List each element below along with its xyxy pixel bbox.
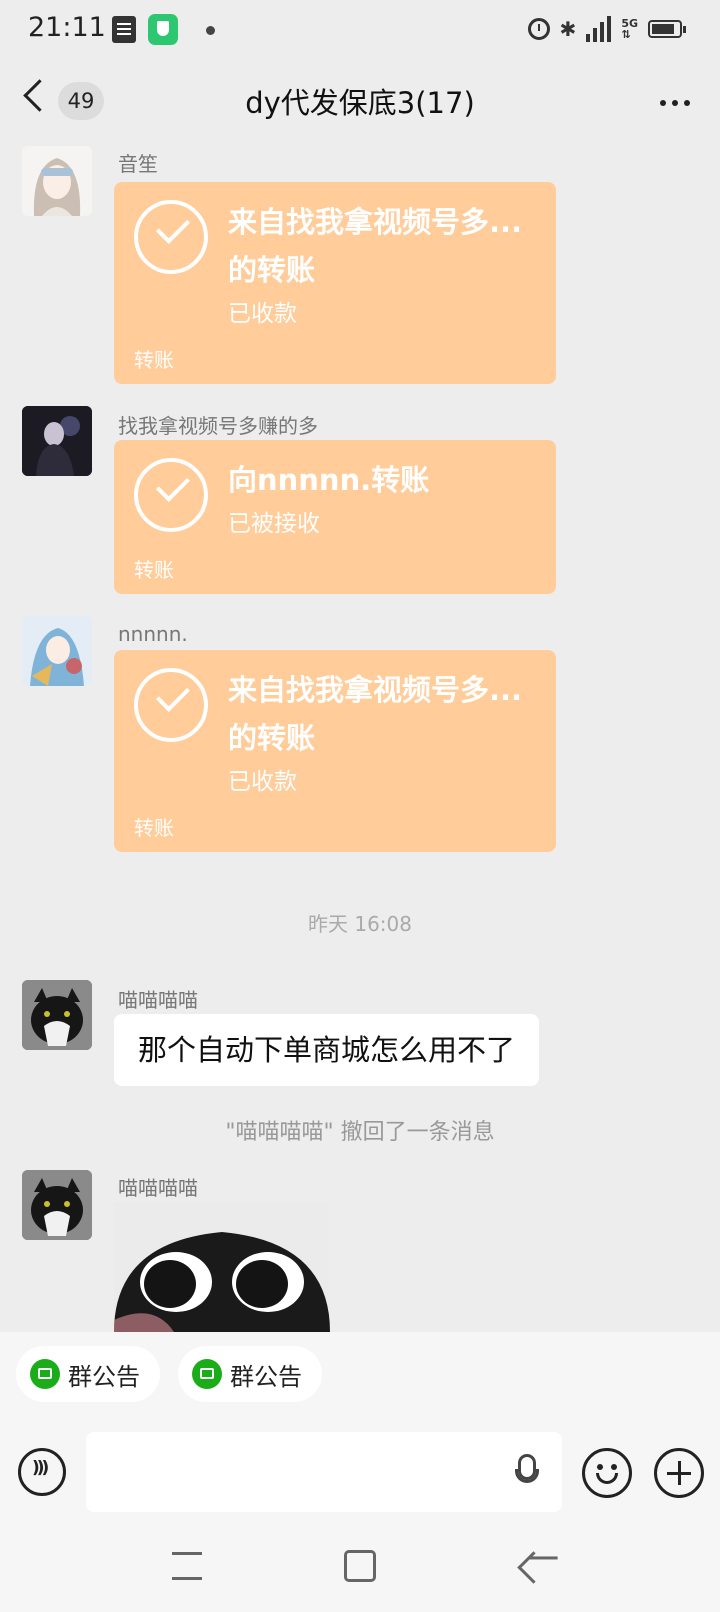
group-notice-chip[interactable]: 群公告 [16,1346,160,1402]
transfer-status: 已被接收 [228,511,320,537]
anime-girl-avatar-image [22,146,92,216]
status-bar: 21:11 ✱ 5G ⇅ [0,0,720,62]
transfer-title: 来自找我拿视频号多...的转账 [228,673,523,755]
sender-name: 音笙 [118,152,158,176]
text-message-bubble[interactable]: 那个自动下单商城怎么用不了 [114,1014,540,1086]
status-time: 21:11 [28,12,106,43]
sender-name: nnnnn. [118,622,188,646]
battery-icon [648,20,686,38]
message-input[interactable] [86,1432,562,1512]
transfer-footer: 转账 [134,348,174,372]
alarm-icon [527,18,550,40]
avatar[interactable] [22,1170,92,1240]
avatar[interactable] [22,616,92,686]
plus-icon[interactable] [654,1448,704,1498]
transfer-card[interactable]: 来自找我拿视频号多...的转账 已收款 转账 [114,182,556,384]
home-icon[interactable] [344,1550,376,1582]
chat-header: dy代发保底3(17) 49 [0,62,720,140]
transfer-card[interactable]: 来自找我拿视频号多...的转账 已收款 转账 [114,650,556,852]
image-message[interactable] [114,1202,330,1332]
sender-name: 喵喵喵喵 [118,1176,198,1200]
group-notice-chip[interactable]: 群公告 [178,1346,322,1402]
message-input-bar [0,1424,720,1540]
bluetooth-icon: ✱ [559,17,577,41]
recall-notice: "喵喵喵喵" 撤回了一条消息 [225,1120,495,1145]
system-navigation-bar [0,1540,720,1612]
system-status-icons: ✱ 5G ⇅ [527,14,686,44]
notice-bag-icon [30,1359,60,1389]
microphone-icon[interactable] [515,1454,539,1483]
shield-notification-icon [148,14,178,45]
dark-figure-avatar-image [22,406,92,476]
checkmark-circle-icon [134,668,208,742]
sender-name: 喵喵喵喵 [118,988,198,1012]
document-notification-icon [112,16,136,43]
more-options-icon[interactable] [660,100,690,106]
avatar[interactable] [22,980,92,1050]
unread-count-badge[interactable]: 49 [58,82,104,120]
transfer-status: 已收款 [228,301,297,327]
voice-mode-icon[interactable] [18,1448,66,1496]
checkmark-circle-icon [134,458,208,532]
more-notifications-dot-icon [206,26,215,35]
emoji-icon[interactable] [582,1448,632,1498]
recents-icon[interactable] [172,1552,202,1580]
transfer-footer: 转账 [134,816,174,840]
avatar[interactable] [22,146,92,216]
transfer-title: 来自找我拿视频号多...的转账 [228,205,523,287]
notice-label: 群公告 [230,1362,302,1391]
signal-icon [586,16,612,42]
checkmark-circle-icon [134,200,208,274]
penguin-sticker-image [114,1202,330,1332]
transfer-footer: 转账 [134,558,174,582]
back-icon[interactable] [517,1551,550,1584]
sender-name: 找我拿视频号多赚的多 [118,414,318,438]
chat-timestamp: 昨天 16:08 [308,912,412,936]
cat-avatar-image [22,980,92,1050]
notice-bag-icon [192,1359,222,1389]
transfer-card[interactable]: 向nnnnn.转账 已被接收 转账 [114,440,556,594]
transfer-status: 已收款 [228,769,297,795]
anime-character-avatar-image [22,616,92,686]
group-notice-bar: 群公告 群公告 [0,1332,720,1424]
cat-avatar-image [22,1170,92,1240]
chat-title: dy代发保底3(17) [245,86,475,120]
network-5g-icon: 5G ⇅ [621,17,638,41]
notice-label: 群公告 [68,1362,140,1391]
avatar[interactable] [22,406,92,476]
transfer-title: 向nnnnn.转账 [228,463,430,497]
